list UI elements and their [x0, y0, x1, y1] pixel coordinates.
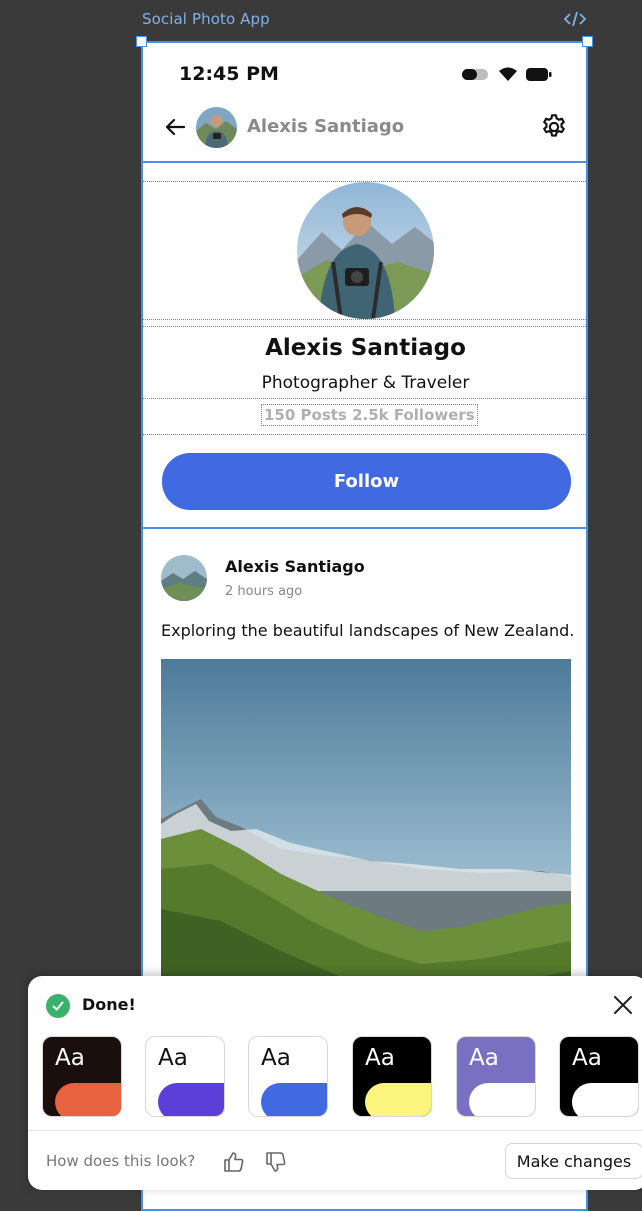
thumbs-up-icon[interactable] [222, 1150, 246, 1174]
selection-guide [143, 398, 586, 399]
theme-accent-swatch [469, 1083, 535, 1116]
feedback-panel: Done! Aa Aa Aa Aa Aa Aa How does this lo… [28, 976, 642, 1190]
frame-label: Social Photo App [142, 10, 270, 28]
panel-divider [28, 1130, 642, 1131]
theme-accent-swatch [158, 1083, 224, 1116]
status-time: 12:45 PM [179, 63, 279, 85]
profile-avatar[interactable] [297, 182, 434, 319]
thumbs-down-icon[interactable] [264, 1150, 288, 1174]
theme-accent-swatch [572, 1083, 638, 1116]
post-timestamp: 2 hours ago [225, 584, 303, 599]
post-author-avatar[interactable] [161, 555, 207, 601]
code-icon[interactable] [563, 10, 587, 28]
theme-sample-text: Aa [572, 1045, 602, 1071]
selection-guide [143, 434, 586, 435]
cellular-signal-icon [462, 69, 488, 80]
gear-icon[interactable] [540, 113, 568, 141]
theme-sample-text: Aa [261, 1045, 291, 1071]
theme-options: Aa Aa Aa Aa Aa Aa [42, 1036, 642, 1118]
theme-option[interactable]: Aa [42, 1036, 122, 1117]
theme-option[interactable]: Aa [352, 1036, 432, 1117]
post-caption: Exploring the beautiful landscapes of Ne… [161, 621, 575, 640]
back-arrow-icon[interactable] [163, 115, 187, 139]
done-label: Done! [82, 995, 136, 1014]
theme-option[interactable]: Aa [559, 1036, 639, 1117]
profile-stats: 150 Posts 2.5k Followers [261, 404, 478, 426]
topbar-name: Alexis Santiago [247, 116, 405, 137]
theme-sample-text: Aa [469, 1045, 499, 1071]
theme-accent-swatch [55, 1083, 121, 1116]
resize-handle-top-right[interactable] [582, 36, 593, 47]
theme-sample-text: Aa [365, 1045, 395, 1071]
selection-guide [143, 319, 586, 320]
profile-header-section: Alexis Santiago Photographer & Traveler … [143, 161, 586, 529]
check-circle-icon [46, 994, 70, 1018]
theme-option[interactable]: Aa [456, 1036, 536, 1117]
status-icons [462, 67, 552, 82]
theme-sample-text: Aa [55, 1045, 85, 1071]
profile-name: Alexis Santiago [265, 335, 466, 361]
profile-topbar: Alexis Santiago [143, 105, 586, 163]
profile-bio: Photographer & Traveler [261, 373, 470, 393]
selection-guide [143, 326, 586, 327]
close-icon[interactable] [612, 994, 634, 1016]
topbar-avatar[interactable] [196, 107, 237, 148]
wifi-icon [499, 67, 517, 81]
post-author[interactable]: Alexis Santiago [225, 557, 365, 576]
theme-sample-text: Aa [158, 1045, 188, 1071]
resize-handle-top-left[interactable] [136, 36, 147, 47]
theme-accent-swatch [261, 1083, 327, 1116]
theme-accent-swatch [365, 1083, 431, 1116]
post-image[interactable] [161, 659, 571, 999]
make-changes-button[interactable]: Make changes [505, 1143, 642, 1179]
battery-icon [526, 68, 552, 81]
follow-button[interactable]: Follow [162, 453, 571, 510]
feedback-question: How does this look? [46, 1152, 196, 1170]
theme-option[interactable]: Aa [145, 1036, 225, 1117]
status-bar: 12:45 PM [143, 43, 586, 105]
theme-option[interactable]: Aa [248, 1036, 328, 1117]
